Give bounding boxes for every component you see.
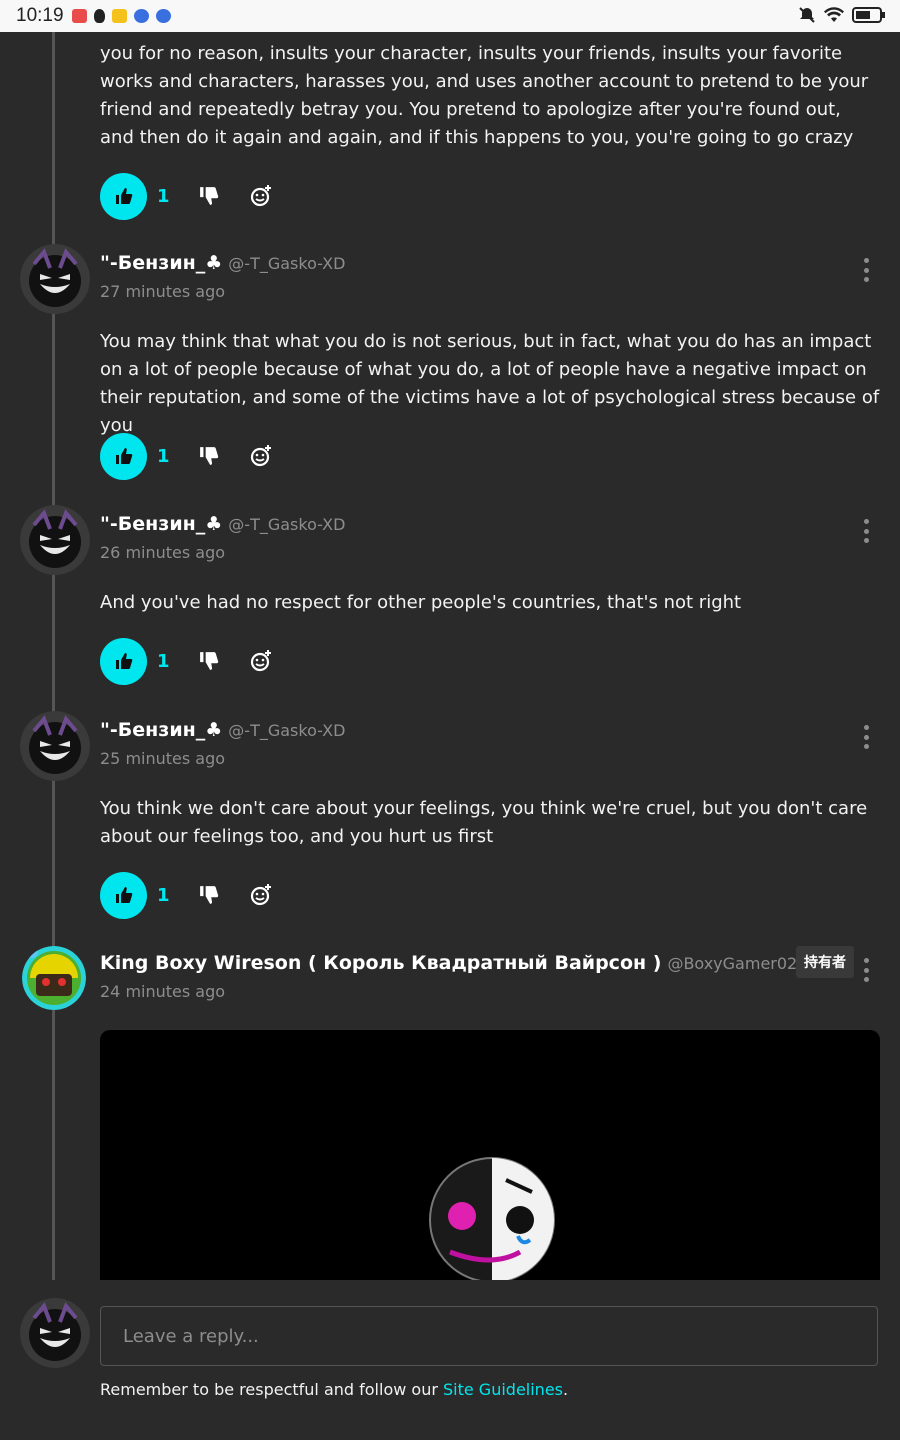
comment-author[interactable]: "-Бензин_♣ @-T_Gasko-XD — [100, 513, 345, 535]
like-count: 1 — [157, 884, 170, 906]
comment-timestamp: 25 minutes ago — [100, 749, 226, 768]
battery-icon — [852, 7, 885, 23]
baidu-icon-2 — [156, 9, 171, 23]
comment-text: You think we don't care about your feeli… — [100, 798, 868, 847]
add-reaction-button[interactable] — [249, 883, 273, 907]
more-options-button[interactable] — [862, 725, 870, 749]
author-handle[interactable]: @BoxyGamer02 — [667, 954, 797, 973]
add-reaction-icon — [250, 650, 271, 672]
like-count: 1 — [157, 185, 170, 207]
avatar[interactable] — [22, 946, 86, 1010]
thumbs-up-icon — [115, 653, 132, 669]
like-button[interactable] — [100, 637, 147, 685]
site-guidelines-link[interactable]: Site Guidelines — [443, 1380, 563, 1399]
dislike-button[interactable] — [199, 651, 223, 671]
current-user-avatar[interactable] — [20, 1298, 90, 1368]
more-options-button[interactable] — [862, 958, 870, 982]
add-reaction-icon — [250, 445, 271, 467]
status-bar: 10:19 — [0, 0, 900, 32]
add-reaction-icon — [250, 884, 271, 906]
reply-composer: Remember to be respectful and follow our… — [0, 1280, 900, 1440]
comment-text: And you've had no respect for other peop… — [100, 592, 742, 613]
dislike-button[interactable] — [199, 446, 223, 466]
avatar[interactable] — [20, 711, 90, 781]
comment-author[interactable]: King Boxy Wireson ( Король Квадратный Ва… — [100, 952, 797, 974]
reply-input[interactable] — [100, 1306, 878, 1366]
comment-feed[interactable]: you for no reason, insults your characte… — [0, 32, 900, 1280]
mail-icon — [112, 9, 127, 23]
author-name[interactable]: "-Бензин_♣ — [100, 719, 222, 741]
author-handle[interactable]: @-T_Gasko-XD — [228, 254, 345, 273]
more-options-button[interactable] — [862, 258, 870, 282]
mute-icon — [799, 7, 815, 23]
avatar-image — [20, 244, 90, 314]
author-name[interactable]: "-Бензин_♣ — [100, 252, 222, 274]
status-right — [798, 6, 886, 24]
thumbs-down-icon — [200, 652, 219, 670]
comment-actions: 1 — [100, 172, 273, 220]
add-reaction-icon — [250, 185, 271, 207]
status-time: 10:19 — [16, 5, 64, 26]
thumbs-up-icon — [115, 188, 132, 204]
thumbs-down-icon — [200, 447, 219, 465]
author-name[interactable]: "-Бензин_♣ — [100, 513, 222, 535]
guidelines-prefix: Remember to be respectful and follow our — [100, 1380, 443, 1399]
media-artwork — [429, 1157, 555, 1280]
thumbs-down-icon — [200, 187, 219, 205]
dislike-button[interactable] — [199, 186, 223, 206]
more-vertical-icon — [863, 519, 869, 524]
comment-timestamp: 27 minutes ago — [100, 282, 226, 301]
like-button[interactable] — [100, 172, 147, 220]
like-count: 1 — [157, 445, 170, 467]
more-options-button[interactable] — [862, 519, 870, 543]
comment-author[interactable]: "-Бензин_♣ @-T_Gasko-XD — [100, 252, 345, 274]
like-button[interactable] — [100, 871, 147, 919]
comment-actions: 1 — [100, 432, 273, 480]
author-handle[interactable]: @-T_Gasko-XD — [228, 721, 345, 740]
guidelines-notice: Remember to be respectful and follow our… — [100, 1380, 568, 1399]
like-button[interactable] — [100, 432, 147, 480]
comment-text: you for no reason, insults your characte… — [100, 43, 869, 148]
avatar-image — [20, 711, 90, 781]
avatar-image — [20, 505, 90, 575]
avatar-image — [20, 1298, 90, 1368]
thumbs-up-icon — [115, 448, 132, 464]
comment-text: You may think that what you do is not se… — [100, 331, 880, 436]
author-name[interactable]: King Boxy Wireson ( Король Квадратный Ва… — [100, 952, 661, 974]
guidelines-suffix: . — [563, 1380, 569, 1399]
comment-timestamp: 26 minutes ago — [100, 543, 226, 562]
avatar[interactable] — [20, 244, 90, 314]
qq-icon — [94, 9, 105, 23]
owner-badge: 持有者 — [796, 946, 854, 978]
add-reaction-button[interactable] — [249, 649, 273, 673]
thumbs-down-icon — [200, 886, 219, 904]
wifi-icon — [824, 7, 844, 22]
like-count: 1 — [157, 650, 170, 672]
avatar-image — [22, 946, 86, 1010]
notification-icons — [72, 9, 171, 23]
app-notification-icon — [72, 9, 87, 23]
author-handle[interactable]: @-T_Gasko-XD — [228, 515, 345, 534]
baidu-icon — [134, 9, 149, 23]
comment-author[interactable]: "-Бензин_♣ @-T_Gasko-XD — [100, 719, 345, 741]
comment-timestamp: 24 minutes ago — [100, 982, 226, 1001]
avatar[interactable] — [20, 505, 90, 575]
comment-actions: 1 — [100, 637, 273, 685]
more-vertical-icon — [863, 725, 869, 730]
comment-actions: 1 — [100, 871, 273, 919]
add-reaction-button[interactable] — [249, 444, 273, 468]
more-vertical-icon — [863, 958, 869, 963]
more-vertical-icon — [863, 258, 869, 263]
thumbs-up-icon — [115, 887, 132, 903]
comment-media-image[interactable] — [100, 1030, 880, 1280]
dislike-button[interactable] — [199, 885, 223, 905]
add-reaction-button[interactable] — [249, 184, 273, 208]
